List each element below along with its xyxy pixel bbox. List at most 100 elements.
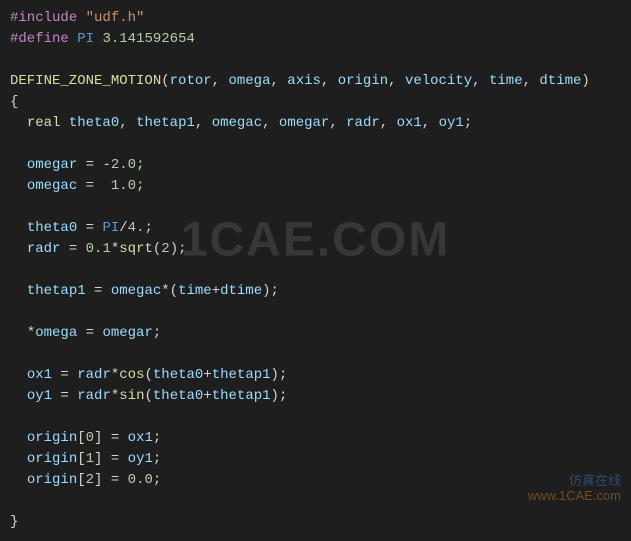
space (77, 10, 85, 26)
multiply: * (111, 388, 119, 404)
preproc-define: define (18, 31, 68, 47)
number: 0.1 (86, 241, 111, 257)
paren-open: ( (170, 283, 178, 299)
index: 0 (86, 430, 94, 446)
indent (10, 367, 27, 383)
preproc-include: include (18, 10, 77, 26)
semicolon: ; (144, 220, 152, 236)
number: 1.0 (111, 178, 136, 194)
plus: + (212, 283, 220, 299)
param-dtime: dtime (539, 73, 581, 89)
fn-sin: sin (119, 388, 144, 404)
type-real: real (27, 115, 61, 131)
rhs-omegar: omegar (102, 325, 152, 341)
equals: = (102, 430, 127, 446)
equals: = (52, 367, 77, 383)
arr-origin: origin (27, 472, 77, 488)
var-omegac: omegac (111, 283, 161, 299)
param-rotor: rotor (170, 73, 212, 89)
lhs-theta0: theta0 (27, 220, 77, 236)
equals: = (86, 283, 111, 299)
comma: , (329, 115, 346, 131)
indent (10, 178, 27, 194)
var-radr: radr (346, 115, 380, 131)
equals: = (102, 451, 127, 467)
paren-close: ) (581, 73, 589, 89)
arg-theta0: theta0 (153, 367, 203, 383)
var-omegar: omegar (279, 115, 329, 131)
macro-name: PI (77, 31, 94, 47)
multiply: * (161, 283, 169, 299)
semicolon: ; (178, 241, 186, 257)
equals: = (52, 388, 77, 404)
comma: , (119, 115, 136, 131)
semicolon: ; (153, 451, 161, 467)
equals: = (77, 325, 102, 341)
arr-origin: origin (27, 430, 77, 446)
fn-cos: cos (119, 367, 144, 383)
indent (10, 115, 27, 131)
arg-theta0: theta0 (153, 388, 203, 404)
arg-thetap1: thetap1 (212, 367, 271, 383)
equals: = (60, 241, 85, 257)
arr-origin: origin (27, 451, 77, 467)
semicolon: ; (464, 115, 472, 131)
lhs-radr: radr (27, 241, 61, 257)
paren-open: ( (144, 388, 152, 404)
number: 2 (161, 241, 169, 257)
number: 0.0 (128, 472, 153, 488)
param-omega: omega (228, 73, 270, 89)
semicolon: ; (136, 178, 144, 194)
var-theta0: theta0 (69, 115, 119, 131)
semicolon: ; (271, 283, 279, 299)
indent (10, 472, 27, 488)
var-oy1: oy1 (439, 115, 464, 131)
var-dtime: dtime (220, 283, 262, 299)
paren-close: ) (271, 367, 279, 383)
var-thetap1: thetap1 (136, 115, 195, 131)
paren-close: ) (170, 241, 178, 257)
indent (10, 241, 27, 257)
number: 2.0 (111, 157, 136, 173)
rhs-oy1: oy1 (128, 451, 153, 467)
lhs-thetap1: thetap1 (27, 283, 86, 299)
plus: + (203, 388, 211, 404)
comma: , (270, 73, 287, 89)
var-ox1: ox1 (397, 115, 422, 131)
index: 2 (86, 472, 94, 488)
arg-thetap1: thetap1 (212, 388, 271, 404)
space (69, 31, 77, 47)
fn-sqrt: sqrt (119, 241, 153, 257)
param-time: time (489, 73, 523, 89)
indent (10, 451, 27, 467)
semicolon: ; (279, 388, 287, 404)
brace-close: } (10, 514, 18, 530)
indent (10, 388, 27, 404)
multiply: * (111, 367, 119, 383)
lhs-ox1: ox1 (27, 367, 52, 383)
comma: , (212, 73, 229, 89)
var-time: time (178, 283, 212, 299)
var-radr: radr (77, 388, 111, 404)
indent (10, 157, 27, 173)
bracket-open: [ (77, 451, 85, 467)
lhs-omegar: omegar (27, 157, 77, 173)
code-block: #include "udf.h" #define PI 3.141592654 … (0, 0, 631, 541)
bracket-open: [ (77, 472, 85, 488)
equals: = (77, 220, 102, 236)
minus: - (102, 157, 110, 173)
semicolon: ; (153, 325, 161, 341)
pi-macro: PI (102, 220, 119, 236)
slash: / (119, 220, 127, 236)
paren-open: ( (161, 73, 169, 89)
comma: , (523, 73, 540, 89)
paren-open: ( (144, 367, 152, 383)
number: 4. (128, 220, 145, 236)
paren-close: ) (262, 283, 270, 299)
comma: , (380, 115, 397, 131)
header-filename: "udf.h" (86, 10, 145, 26)
indent (10, 430, 27, 446)
bracket-open: [ (77, 430, 85, 446)
comma: , (195, 115, 212, 131)
semicolon: ; (153, 472, 161, 488)
